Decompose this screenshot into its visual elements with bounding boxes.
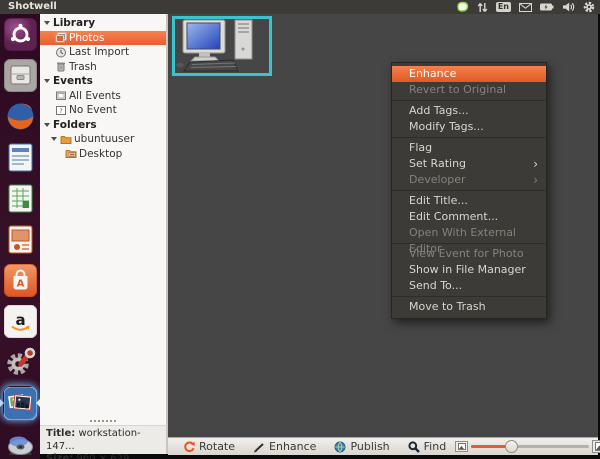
launcher-item-file-manager[interactable] bbox=[0, 57, 40, 94]
expander-triangle-icon[interactable] bbox=[44, 79, 50, 84]
unity-launcher: A a bbox=[0, 14, 40, 459]
last-import-clock-icon bbox=[55, 47, 67, 58]
trash-icon bbox=[55, 61, 67, 72]
sidebar-section-library[interactable]: Library bbox=[40, 16, 166, 31]
battery-icon[interactable] bbox=[540, 3, 554, 11]
launcher-item-libreoffice-writer[interactable] bbox=[0, 139, 40, 176]
sidebar-item-trash[interactable]: Trash bbox=[40, 60, 166, 75]
menu-separator bbox=[392, 190, 546, 191]
find-button[interactable]: Find bbox=[399, 439, 456, 455]
svg-text:a: a bbox=[15, 311, 25, 329]
thumbnail-size-slider[interactable] bbox=[471, 440, 590, 453]
find-magnifier-icon bbox=[408, 440, 420, 453]
launcher-item-amazon[interactable]: a bbox=[0, 303, 40, 340]
shotwell-window: Shotwell En A a Library Photos Last Impo… bbox=[0, 0, 600, 459]
window-title: Shotwell bbox=[8, 1, 57, 12]
zoom-out-photo-icon[interactable] bbox=[455, 441, 469, 452]
expander-triangle-icon[interactable] bbox=[44, 122, 50, 127]
menu-separator bbox=[392, 100, 546, 101]
menu-item-show-in-file-manager[interactable]: Show in File Manager bbox=[392, 262, 546, 278]
menu-item-enhance[interactable]: Enhance bbox=[392, 66, 546, 82]
enhance-button[interactable]: Enhance bbox=[244, 439, 325, 455]
launcher-item-firefox[interactable] bbox=[0, 98, 40, 135]
launcher-item-ubuntu-dash[interactable] bbox=[0, 16, 40, 53]
rotate-button[interactable]: Rotate bbox=[174, 439, 244, 455]
workstation-clipart bbox=[176, 19, 253, 72]
photo-size-value: 960 × 629 bbox=[76, 453, 130, 459]
sidebar-section-folders[interactable]: Folders bbox=[40, 118, 166, 133]
launcher-item-libreoffice-calc[interactable] bbox=[0, 180, 40, 217]
photos-icon bbox=[55, 32, 67, 43]
slider-knob[interactable] bbox=[505, 440, 519, 453]
menu-item-add-tags[interactable]: Add Tags... bbox=[392, 103, 546, 119]
bottom-toolbar: Rotate Enhance Publish Find bbox=[168, 437, 600, 455]
enhance-icon bbox=[253, 441, 265, 453]
system-tray: En bbox=[456, 0, 595, 14]
expander-triangle-icon[interactable] bbox=[44, 21, 50, 26]
svg-text:A: A bbox=[16, 279, 24, 290]
zoom-control bbox=[455, 440, 600, 453]
sidebar-section-events[interactable]: Events bbox=[40, 74, 166, 89]
selected-photo-thumbnail[interactable] bbox=[172, 16, 272, 76]
submenu-arrow-icon: › bbox=[533, 157, 538, 171]
submenu-arrow-icon: › bbox=[533, 173, 538, 187]
rotate-icon bbox=[183, 441, 195, 453]
top-panel: Shotwell En bbox=[0, 0, 600, 14]
photo-title-line: Title: workstation-147... bbox=[46, 428, 166, 453]
svg-text:?: ? bbox=[59, 107, 62, 115]
desktop-folder-icon bbox=[65, 148, 77, 159]
photo-size-label: Size: bbox=[46, 453, 74, 459]
menu-item-edit-comment[interactable]: Edit Comment... bbox=[392, 209, 546, 225]
sidebar-item-ubuntuuser[interactable]: ubuntuuser bbox=[40, 132, 166, 147]
publish-globe-icon bbox=[334, 441, 346, 453]
publish-button[interactable]: Publish bbox=[325, 439, 398, 455]
no-event-icon: ? bbox=[55, 105, 67, 116]
menu-item-move-to-trash[interactable]: Move to Trash bbox=[392, 299, 546, 315]
expander-triangle-icon[interactable] bbox=[51, 137, 57, 142]
zoom-in-photo-icon[interactable] bbox=[592, 440, 600, 453]
menu-separator bbox=[392, 137, 546, 138]
menu-item-send-to[interactable]: Send To... bbox=[392, 278, 546, 294]
keyboard-layout-indicator[interactable]: En bbox=[495, 2, 511, 12]
menu-item-revert-to-original: Revert to Original bbox=[409, 83, 507, 96]
menu-item-open-with-external-editor: Open With External Editor bbox=[409, 226, 516, 255]
launcher-item-system-settings[interactable] bbox=[0, 344, 40, 381]
launcher-item-libreoffice-impress[interactable] bbox=[0, 221, 40, 258]
menu-separator bbox=[392, 296, 546, 297]
active-glow bbox=[3, 386, 36, 419]
context-menu: Enhance Revert to Original Add Tags... M… bbox=[391, 62, 547, 319]
menu-item-set-rating[interactable]: Set Rating › bbox=[392, 156, 546, 172]
sidebar-item-no-event[interactable]: ? No Event bbox=[40, 103, 166, 118]
volume-icon[interactable] bbox=[562, 2, 575, 12]
menu-item-modify-tags[interactable]: Modify Tags... bbox=[392, 119, 546, 135]
sidebar-item-last-import[interactable]: Last Import bbox=[40, 45, 166, 60]
sync-arrows-icon[interactable] bbox=[477, 2, 488, 13]
mail-envelope-icon[interactable] bbox=[519, 2, 532, 12]
menu-item-flag[interactable]: Flag bbox=[392, 140, 546, 156]
pane-resize-grip[interactable] bbox=[40, 418, 168, 425]
launcher-item-ubuntu-software-center[interactable]: A bbox=[0, 262, 40, 299]
menu-item-edit-title[interactable]: Edit Title... bbox=[392, 193, 546, 209]
folder-icon bbox=[60, 134, 72, 145]
messaging-blob-icon[interactable] bbox=[456, 1, 469, 13]
library-sidebar: Library Photos Last Import Trash Events … bbox=[40, 14, 168, 418]
menu-item-developer: Developer › bbox=[409, 173, 538, 187]
sidebar-item-photos[interactable]: Photos bbox=[40, 30, 166, 45]
launcher-item-shotwell[interactable] bbox=[0, 385, 40, 422]
menu-item-view-event-for-photo: View Event for Photo bbox=[409, 247, 524, 260]
all-events-icon bbox=[55, 90, 67, 101]
photo-size-line: Size: 960 × 629 bbox=[46, 453, 166, 459]
launcher-item-disk-burner[interactable] bbox=[0, 426, 40, 459]
session-gear-icon[interactable] bbox=[583, 1, 595, 13]
photo-info-panel: Title: workstation-147... Size: 960 × 62… bbox=[40, 425, 168, 459]
sidebar-item-desktop[interactable]: Desktop bbox=[40, 147, 166, 162]
sidebar-item-all-events[interactable]: All Events bbox=[40, 89, 166, 104]
photo-title-label: Title: bbox=[46, 428, 76, 439]
